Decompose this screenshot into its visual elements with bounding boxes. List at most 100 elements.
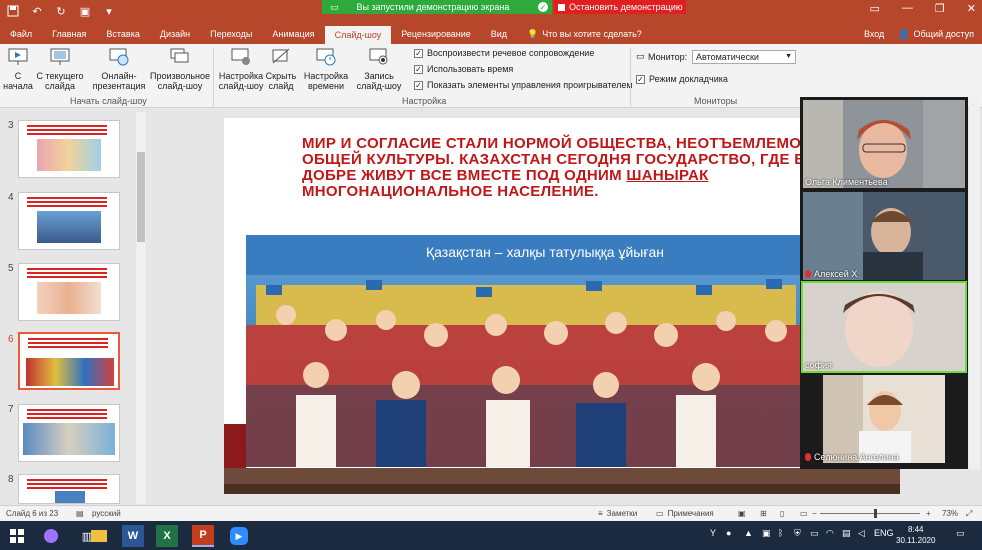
custom-show-icon	[169, 46, 191, 68]
participant-tile-3[interactable]: софия	[801, 281, 967, 373]
word-icon[interactable]: W	[122, 525, 144, 547]
excel-icon[interactable]: X	[156, 525, 178, 547]
from-current-label: С текущего слайда	[36, 71, 84, 91]
zoom-slider[interactable]	[820, 513, 920, 514]
input-language[interactable]: ENG	[874, 528, 894, 538]
slide-sorter-icon[interactable]: ⊞	[760, 509, 767, 518]
maximize-icon[interactable]: ❐	[935, 2, 945, 15]
thumbnail-scrollbar[interactable]	[136, 112, 146, 504]
hide-label: Скрыть слайд	[265, 71, 297, 91]
yandex-browser-icon[interactable]: Y	[710, 528, 716, 538]
save-icon[interactable]	[6, 4, 20, 18]
participant-name: Алексей Х	[814, 269, 858, 279]
notes-icon[interactable]: ▤	[842, 528, 851, 539]
tab-animations[interactable]: Анимация	[262, 24, 324, 44]
zoom-in-icon[interactable]: +	[926, 509, 931, 518]
tab-view[interactable]: Вид	[481, 24, 517, 44]
volume-icon[interactable]: ◁	[858, 528, 865, 539]
antivirus-icon[interactable]: ●	[726, 528, 731, 538]
tab-design[interactable]: Дизайн	[150, 24, 200, 44]
hide-slide-button[interactable]: Скрыть слайд	[266, 46, 296, 91]
tab-file[interactable]: Файл	[0, 24, 42, 44]
reading-view-icon[interactable]: ▯	[780, 509, 784, 518]
normal-view-icon[interactable]: ▣	[738, 509, 746, 518]
comments-button[interactable]: ▭ Примечания	[656, 509, 714, 518]
slide-thumbnail-4[interactable]	[18, 192, 120, 250]
share-message: Вы запустили демонстрацию экрана	[356, 2, 510, 12]
participant-tile-1[interactable]: Ольга Климентьева	[803, 100, 965, 188]
presenter-view-checkbox[interactable]: ✓ Режим докладчика	[636, 74, 728, 84]
slide-thumbnail-5[interactable]	[18, 263, 120, 321]
notes-button[interactable]: ≡ Заметки	[598, 509, 637, 518]
bluetooth-icon[interactable]: ᛒ	[778, 528, 783, 538]
language-indicator[interactable]: русский	[92, 509, 121, 518]
thumb-image	[37, 139, 101, 171]
zoom-tray-icon[interactable]: ▣	[762, 528, 771, 539]
participant-name: Селюнина Ангелина	[814, 452, 899, 462]
share-button[interactable]: 👤 Общий доступ	[898, 29, 974, 40]
zoom-level[interactable]: 73%	[942, 509, 958, 518]
from-start-button[interactable]: С начала	[3, 46, 33, 91]
video-panel-scrollbar[interactable]	[969, 97, 980, 469]
spellcheck-icon[interactable]: ▤	[76, 509, 84, 518]
muted-mic-icon	[805, 453, 811, 461]
fit-slide-icon[interactable]: ⤢	[966, 509, 972, 519]
thumb-title-lines	[28, 338, 108, 340]
narration-checkbox[interactable]: ✓ Воспроизвести речевое сопровождение	[414, 48, 594, 58]
tab-home[interactable]: Главная	[42, 24, 96, 44]
tab-insert[interactable]: Вставка	[96, 24, 149, 44]
signin-link[interactable]: Вход	[864, 29, 884, 39]
ribbon-display-icon[interactable]: ▭	[870, 2, 880, 15]
slide-thumbnail-7[interactable]	[18, 404, 120, 462]
start-windows-icon[interactable]	[6, 525, 28, 547]
muted-mic-icon	[805, 270, 811, 278]
notification-icon[interactable]: ▭	[956, 528, 965, 539]
explorer-icon[interactable]	[88, 525, 110, 547]
tab-transitions[interactable]: Переходы	[200, 24, 262, 44]
monitor-select[interactable]: Автоматически ▼	[692, 50, 796, 64]
battery-icon[interactable]: ▭	[810, 528, 819, 539]
clock-time: 8:44	[907, 525, 924, 534]
online-present-button[interactable]: Онлайн-презентация	[90, 46, 148, 91]
close-icon[interactable]: ✕	[967, 2, 976, 15]
participant-tile-4[interactable]: Селюнина Ангелина	[803, 375, 965, 463]
stop-share-button[interactable]: Остановить демонстрацию	[554, 0, 686, 14]
participant-name: софия	[805, 360, 832, 370]
rehearse-timings-button[interactable]: Настройка времени	[304, 46, 348, 91]
from-current-button[interactable]: С текущего слайда	[34, 46, 86, 91]
slide-canvas[interactable]: МИР И СОГЛАСИЕ СТАЛИ НОРМОЙ ОБЩЕСТВА, НЕ…	[224, 118, 900, 494]
slide-thumbnail-8[interactable]	[18, 474, 120, 504]
record-show-button[interactable]: Запись слайд-шоу	[350, 46, 408, 91]
zoom-slider-handle[interactable]	[874, 509, 877, 518]
redo-icon[interactable]: ↻	[54, 4, 68, 18]
wifi-icon[interactable]: ◠	[826, 528, 834, 539]
zoom-app-icon[interactable]: ▶	[228, 525, 250, 547]
controls-label: Показать элементы управления проигрывате…	[427, 80, 633, 90]
use-timings-checkbox[interactable]: ✓ Использовать время	[414, 64, 513, 74]
slide-thumbnail-6[interactable]	[18, 332, 120, 390]
custom-show-button[interactable]: Произвольное слайд-шоу	[150, 46, 210, 91]
tell-me-text: Что вы хотите сделать?	[542, 29, 642, 39]
undo-icon[interactable]: ↶	[30, 4, 44, 18]
scroll-thumb[interactable]	[137, 152, 145, 242]
slide-thumbnail-3[interactable]	[18, 120, 120, 178]
tab-slideshow[interactable]: Слайд-шоу	[324, 26, 392, 44]
status-bar: Слайд 6 из 23 ▤ русский ≡ Заметки ▭ Примеч…	[0, 505, 982, 521]
tray-app-icon[interactable]: ▲	[744, 528, 753, 538]
participant-tile-2[interactable]: Алексей Х	[803, 192, 965, 280]
customize-qat-icon[interactable]: ▾	[102, 4, 116, 18]
slideshow-view-icon[interactable]: ▭	[800, 509, 808, 518]
minimize-icon[interactable]: —	[902, 2, 913, 15]
alice-assistant-icon[interactable]	[40, 525, 62, 547]
zoom-out-icon[interactable]: −	[812, 509, 817, 518]
crowd-photo[interactable]: Қазақстан – халқы татулыққа ұйыған	[246, 235, 806, 467]
shield-icon[interactable]: ⛨	[794, 528, 801, 539]
powerpoint-icon[interactable]: P	[192, 525, 214, 547]
tab-review[interactable]: Рецензирование	[391, 24, 481, 44]
present-icon[interactable]: ▣	[78, 4, 92, 18]
system-clock[interactable]: 8:44 30.11.2020	[896, 524, 935, 546]
banner-text: Қазақстан – халқы татулыққа ұйыған	[426, 244, 664, 260]
media-controls-checkbox[interactable]: ✓ Показать элементы управления проигрыва…	[414, 80, 633, 90]
tell-me-box[interactable]: 💡 Что вы хотите сделать?	[517, 24, 652, 44]
setup-show-button[interactable]: Настройка слайд-шоу	[218, 46, 264, 91]
